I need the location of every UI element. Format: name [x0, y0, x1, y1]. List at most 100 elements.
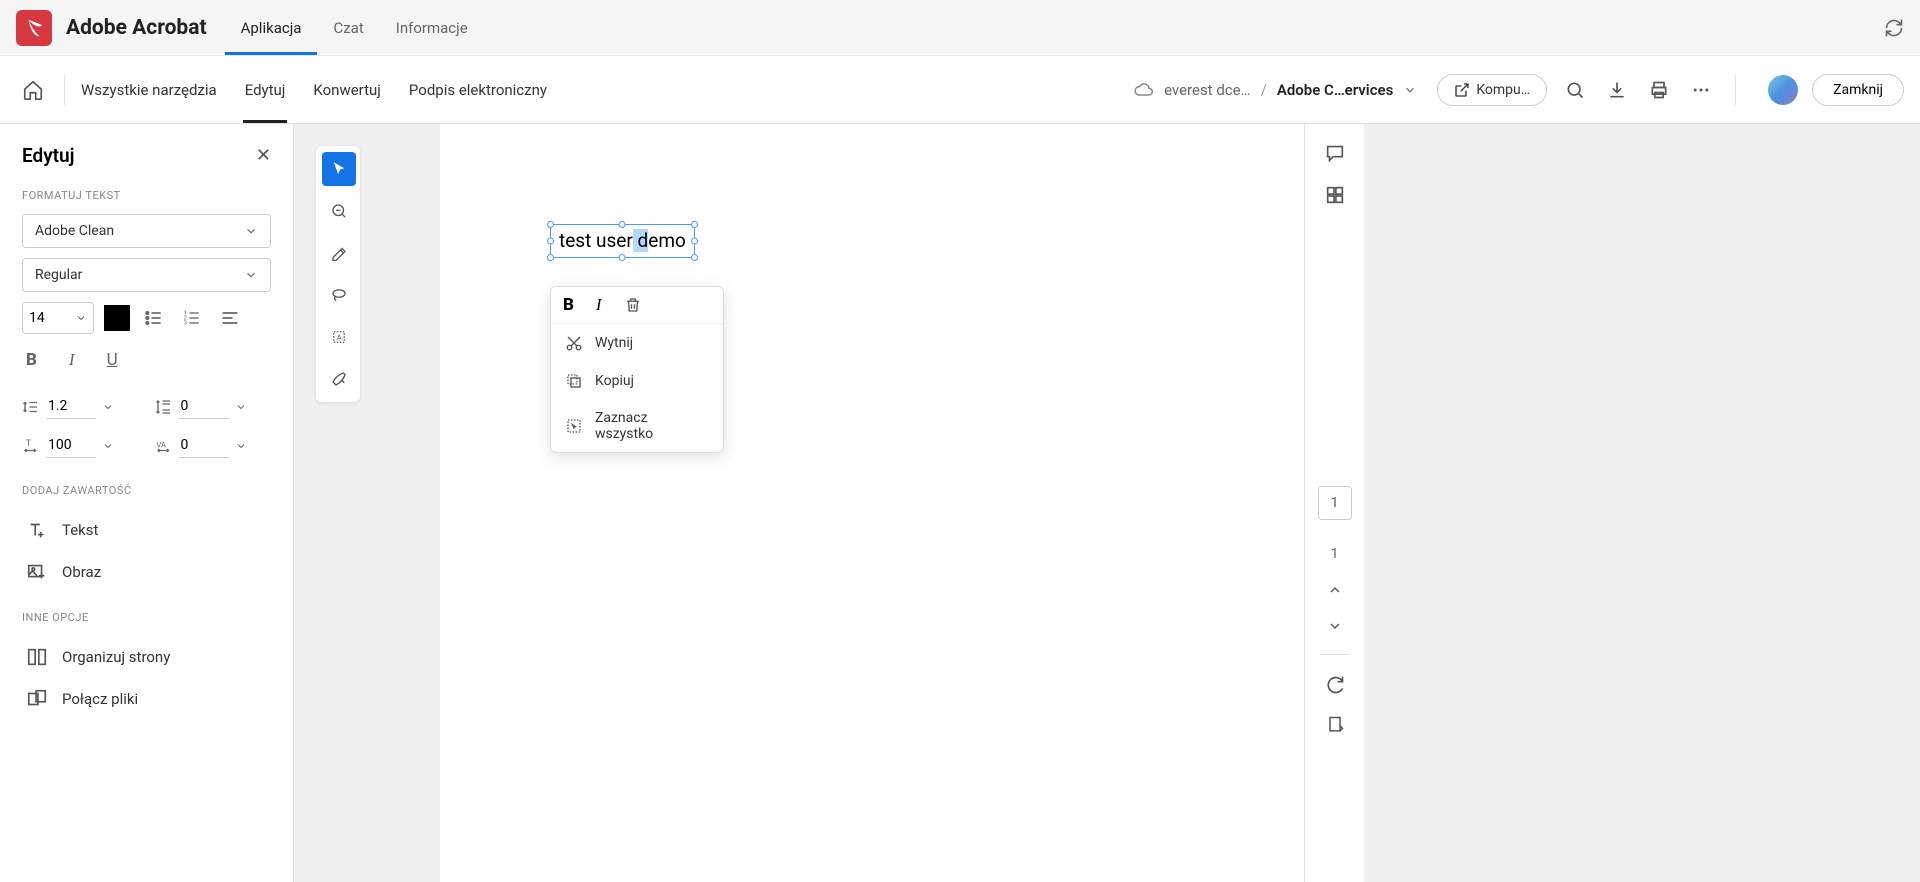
- resize-handle[interactable]: [691, 221, 698, 228]
- tab-czat[interactable]: Czat: [317, 1, 379, 55]
- menu-cut[interactable]: Wytnij: [551, 324, 723, 362]
- thumbnails-panel-icon[interactable]: [1324, 184, 1346, 206]
- bold-button[interactable]: B: [563, 295, 574, 315]
- breadcrumb-sep: /: [1261, 81, 1267, 99]
- menu-copy[interactable]: Kopiuj: [551, 362, 723, 400]
- right-rail: 1 1: [1304, 124, 1364, 882]
- select-tool-icon[interactable]: [322, 152, 356, 186]
- editable-text-box[interactable]: test user demo: [550, 224, 695, 258]
- close-button[interactable]: Zamknij: [1812, 74, 1904, 106]
- home-icon[interactable]: [16, 73, 50, 107]
- highlight-tool-icon[interactable]: [322, 236, 356, 270]
- breadcrumb-location[interactable]: Adobe C…ervices: [1277, 81, 1393, 99]
- computer-button[interactable]: Kompu…: [1437, 74, 1547, 106]
- chevron-down-icon[interactable]: [102, 440, 114, 452]
- svg-text:VA: VA: [156, 440, 166, 449]
- align-icon[interactable]: [216, 304, 244, 332]
- svg-text:T: T: [26, 439, 32, 449]
- app-topbar: Adobe Acrobat Aplikacja Czat Informacje: [0, 0, 1920, 56]
- context-menu: B I Wytnij Kopiuj Zaznacz wszystko: [550, 286, 724, 453]
- chevron-down-icon[interactable]: [235, 401, 247, 413]
- line-height-icon: [22, 398, 40, 416]
- space-after-input[interactable]: [155, 394, 272, 419]
- section-format-text: FORMATUJ TEKST: [22, 189, 271, 202]
- section-add-content: DODAJ ZAWARTOŚĆ: [22, 484, 271, 497]
- font-size-input[interactable]: 14: [22, 302, 94, 334]
- chevron-down-icon[interactable]: [1403, 83, 1417, 97]
- add-text-button[interactable]: Tekst: [22, 509, 271, 551]
- lasso-tool-icon[interactable]: [322, 278, 356, 312]
- italic-button[interactable]: I: [596, 295, 602, 315]
- draw-tool-icon[interactable]: [322, 362, 356, 396]
- resize-handle[interactable]: [619, 254, 626, 261]
- breadcrumb-file[interactable]: everest dce…: [1164, 81, 1251, 99]
- comment-tool-icon[interactable]: [322, 194, 356, 228]
- add-image-button[interactable]: Obraz: [22, 551, 271, 593]
- tool-palette: A: [316, 146, 360, 402]
- download-icon[interactable]: [1607, 80, 1627, 100]
- close-sidebar-icon[interactable]: ✕: [256, 145, 271, 166]
- underline-button[interactable]: U: [103, 346, 122, 374]
- svg-text:3: 3: [184, 321, 187, 327]
- document-page[interactable]: test user demo B I Wytnij: [440, 124, 1304, 882]
- font-weight-dropdown[interactable]: Regular: [22, 258, 271, 292]
- section-other-options: INNE OPCJE: [22, 611, 271, 624]
- text-select-tool-icon[interactable]: A: [322, 320, 356, 354]
- page-up-icon[interactable]: [1327, 582, 1343, 598]
- page-down-icon[interactable]: [1327, 618, 1343, 634]
- text-color-swatch[interactable]: [104, 305, 130, 331]
- more-icon[interactable]: [1691, 80, 1711, 100]
- cut-icon: [565, 334, 583, 352]
- line-height-input[interactable]: [22, 394, 139, 419]
- tab-informacje[interactable]: Informacje: [380, 1, 484, 55]
- horizontal-scale-input[interactable]: T: [22, 433, 139, 458]
- avatar[interactable]: [1768, 75, 1798, 105]
- search-icon[interactable]: [1565, 80, 1585, 100]
- edit-sidebar: Edytuj ✕ FORMATUJ TEKST Adobe Clean Regu…: [0, 124, 294, 882]
- select-all-icon: [565, 417, 583, 435]
- tab-edytuj[interactable]: Edytuj: [243, 57, 288, 123]
- chevron-down-icon: [244, 268, 258, 282]
- resize-handle[interactable]: [547, 221, 554, 228]
- fit-page-icon[interactable]: [1325, 715, 1345, 735]
- bold-button[interactable]: B: [22, 346, 41, 374]
- refresh-icon[interactable]: [1884, 18, 1904, 38]
- image-icon: [26, 561, 48, 583]
- combine-icon: [26, 688, 48, 710]
- sidebar-title: Edytuj: [22, 144, 75, 167]
- svg-text:A: A: [337, 333, 342, 342]
- numbered-list-icon[interactable]: 123: [178, 304, 206, 332]
- tab-podpis[interactable]: Podpis elektroniczny: [407, 57, 549, 123]
- breadcrumb: everest dce… / Adobe C…ervices: [1134, 80, 1417, 100]
- font-family-dropdown[interactable]: Adobe Clean: [22, 214, 271, 248]
- top-tabs: Aplikacja Czat Informacje: [225, 1, 484, 55]
- tab-konwertuj[interactable]: Konwertuj: [311, 57, 383, 123]
- rotate-icon[interactable]: [1325, 675, 1345, 695]
- menu-select-all[interactable]: Zaznacz wszystko: [551, 400, 723, 452]
- main-toolbar: Wszystkie narzędzia Edytuj Konwertuj Pod…: [0, 56, 1920, 124]
- resize-handle[interactable]: [691, 254, 698, 261]
- bullet-list-icon[interactable]: [140, 304, 168, 332]
- delete-icon[interactable]: [624, 296, 642, 314]
- tab-wszystkie-narzedzia[interactable]: Wszystkie narzędzia: [79, 57, 219, 123]
- combine-files-button[interactable]: Połącz pliki: [22, 678, 271, 720]
- tab-aplikacja[interactable]: Aplikacja: [225, 1, 318, 55]
- chevron-down-icon[interactable]: [102, 401, 114, 413]
- horizontal-scale-icon: T: [22, 437, 40, 455]
- resize-handle[interactable]: [547, 254, 554, 261]
- comments-panel-icon[interactable]: [1324, 142, 1346, 164]
- chevron-down-icon: [244, 224, 258, 238]
- chevron-down-icon: [75, 312, 87, 324]
- char-spacing-input[interactable]: VA: [155, 433, 272, 458]
- organize-pages-button[interactable]: Organizuj strony: [22, 636, 271, 678]
- italic-button[interactable]: I: [65, 346, 79, 374]
- resize-handle[interactable]: [547, 238, 554, 245]
- char-spacing-icon: VA: [155, 437, 173, 455]
- resize-handle[interactable]: [691, 238, 698, 245]
- resize-handle[interactable]: [619, 221, 626, 228]
- app-title: Adobe Acrobat: [66, 16, 207, 40]
- current-page-indicator[interactable]: 1: [1318, 486, 1352, 520]
- text-icon: [26, 519, 48, 541]
- chevron-down-icon[interactable]: [235, 440, 247, 452]
- print-icon[interactable]: [1649, 80, 1669, 100]
